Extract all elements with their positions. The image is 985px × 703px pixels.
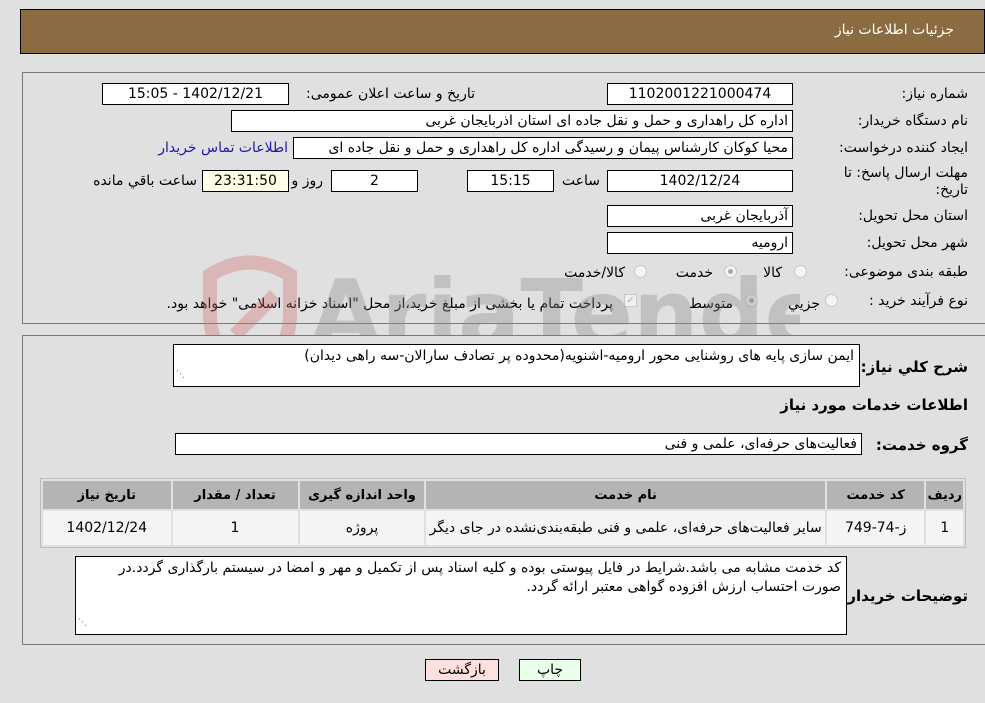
category-radio-goods[interactable] [794,265,807,278]
col-header-service-code: کد خدمت [826,481,925,509]
need-number-label: شماره نیاز: [901,86,969,102]
table-header-row: ردیف کد خدمت نام خدمت واحد اندازه گیری ت… [43,481,963,509]
need-number-field: 1102001221000474 [607,83,793,105]
cell-unit: پروژه [299,511,425,545]
category-option-goods: کالا [763,265,782,281]
services-section-title: اطلاعات خدمات مورد نیاز [780,396,968,414]
services-table: ردیف کد خدمت نام خدمت واحد اندازه گیری ت… [40,478,966,548]
process-option-medium: متوسط [689,296,733,312]
col-header-unit: واحد اندازه گیری [299,481,425,509]
days-remaining-field: 2 [331,170,418,192]
buyer-contact-link[interactable]: اطلاعات تماس خریدار [158,140,288,156]
deadline-date-field: 1402/12/24 [607,170,793,192]
service-group-field: فعالیت‌های حرفه‌ای، علمی و فنی [175,433,862,455]
col-header-service-name: نام خدمت [426,481,825,509]
treasury-checkbox[interactable]: ✓ [624,294,637,307]
city-field: ارومیه [607,232,793,254]
treasury-text: پرداخت تمام یا بخشی از مبلغ خرید،از محل … [166,296,613,312]
col-header-row-index: ردیف [926,481,963,509]
province-field: آذربایجان غربی [607,205,793,227]
description-textarea[interactable]: ایمن سازی پایه های روشنایی محور ارومیه-ا… [173,344,860,387]
deadline-label: مهلت ارسال پاسخ: تا تاریخ: [843,165,968,198]
category-radio-goods-service[interactable] [634,265,647,278]
category-option-service: خدمت [675,265,713,281]
description-text: ایمن سازی پایه های روشنایی محور ارومیه-ا… [304,348,854,364]
buyer-notes-textarea[interactable]: کد خدمت مشابه می باشد.شرایط در فایل پیوس… [75,556,847,635]
resize-grip-icon[interactable]: ⋰ [176,366,185,385]
table-row: 1 ز-74-749 سایر فعالیت‌های حرفه‌ای، علمی… [43,511,963,545]
cell-service-name: سایر فعالیت‌های حرفه‌ای، علمی و فنی طبقه… [426,511,825,545]
deadline-time-field: 15:15 [467,170,554,192]
category-label: طبقه بندی موضوعی: [844,264,968,280]
creator-field: محیا کوکان کارشناس پیمان و رسیدگی اداره … [293,137,793,159]
creator-label: ایجاد کننده درخواست: [839,140,968,156]
buyer-notes-label: توضیحات خریدار: [841,587,968,605]
remaining-time-label: ساعت باقي مانده [93,173,197,189]
announce-datetime-label: تاریخ و ساعت اعلان عمومی: [306,86,475,102]
process-radio-minor[interactable] [825,294,838,307]
category-option-goods-service: کالا/خدمت [564,265,625,281]
city-label: شهر محل تحویل: [866,235,968,251]
buyer-org-field: اداره کل راهداری و حمل و نقل جاده ای است… [231,110,793,132]
col-header-need-date: تاریخ نیاز [43,481,171,509]
description-label: شرح كلي نياز: [860,358,968,376]
resize-grip-icon[interactable]: ⋰ [78,614,87,633]
buyer-notes-text: کد خدمت مشابه می باشد.شرایط در فایل پیوس… [118,560,841,595]
cell-need-date: 1402/12/24 [43,511,171,545]
page-title: جزئیات اطلاعات نیاز [834,22,954,38]
col-header-quantity: تعداد / مقدار [172,481,298,509]
process-radio-medium[interactable] [745,294,758,307]
cell-row-index: 1 [926,511,963,545]
cell-quantity: 1 [172,511,298,545]
back-button[interactable]: بازگشت [425,659,499,681]
category-radio-service[interactable] [724,265,737,278]
announce-datetime-field: 1402/12/21 - 15:05 [102,83,289,105]
deadline-time-label: ساعت [561,173,600,189]
province-label: استان محل تحویل: [858,208,968,224]
buyer-org-label: نام دستگاه خریدار: [857,113,968,129]
days-label: روز و [291,173,324,189]
process-option-minor: جزیي [788,296,820,312]
cell-service-code: ز-74-749 [826,511,925,545]
service-group-label: گروه خدمت: [875,436,968,454]
process-type-label: نوع فرآیند خرید : [869,293,968,309]
page-header: جزئیات اطلاعات نیاز [20,9,985,54]
print-button[interactable]: چاپ [519,659,581,681]
remaining-time-field: 23:31:50 [202,170,289,192]
